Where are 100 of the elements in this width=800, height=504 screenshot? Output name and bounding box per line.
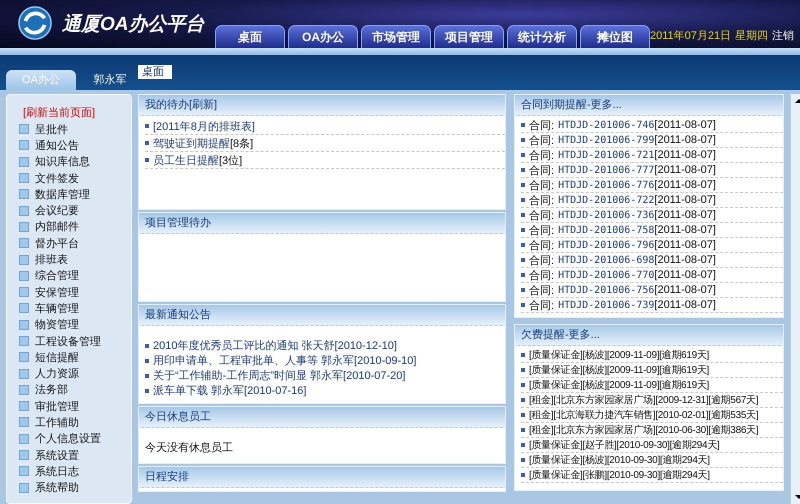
expand-icon[interactable] [19, 320, 29, 330]
contract-link[interactable]: HTDJD-201006-796 [558, 240, 654, 250]
arrears-text[interactable]: [质量保证金][杨波][2009-11-09][逾期619天] [529, 363, 710, 377]
expand-icon[interactable] [19, 434, 29, 444]
nav-tab[interactable]: 市场管理 [361, 25, 431, 48]
bullet-icon [521, 303, 525, 307]
sidebar-item[interactable]: 工程设备管理 [35, 334, 101, 348]
arrears-text[interactable]: [质量保证金][杨波][2009-11-09][逾期619天] [529, 378, 710, 392]
expand-icon[interactable] [19, 287, 29, 298]
date-text: [2011-08-07] [654, 269, 716, 281]
sidebar-item[interactable]: 车辆管理 [35, 300, 79, 316]
sidebar-item[interactable]: 知识库信息 [35, 154, 90, 170]
expand-icon[interactable] [19, 466, 29, 476]
sidebar-item[interactable]: 数据库管理 [35, 186, 90, 202]
contract-link[interactable]: HTDJD-201006-770 [558, 270, 654, 280]
nav-tab[interactable]: OA办公 [288, 25, 358, 48]
contract-label: 合同: [529, 238, 554, 252]
sidebar-item[interactable]: 物资管理 [35, 317, 79, 332]
contract-label: 合同: [529, 208, 554, 222]
expand-icon[interactable] [19, 482, 29, 493]
nav-tab[interactable]: 统计分析 [507, 25, 577, 48]
sidebar-item[interactable]: 个人信息设置 [35, 431, 101, 446]
bullet-icon [521, 213, 525, 217]
contract-link[interactable]: HTDJD-201006-746 [558, 120, 654, 130]
expand-icon[interactable] [19, 173, 29, 184]
arrears-text[interactable]: [质量保证金][杨波][2009-11-09][逾期619天] [529, 348, 710, 362]
contract-link[interactable]: HTDJD-201006-721 [558, 150, 654, 160]
expand-icon[interactable] [19, 124, 29, 134]
expand-icon[interactable] [19, 417, 29, 428]
nav-tab[interactable]: 项目管理 [434, 25, 504, 48]
contract-link[interactable]: HTDJD-201006-776 [558, 180, 654, 190]
sidebar-item[interactable]: 工作辅助 [35, 414, 79, 430]
sidebar-item[interactable]: 文件签发 [35, 170, 79, 186]
todo-link[interactable]: [2011年8月的排班表] [153, 118, 255, 134]
contract-link[interactable]: HTDJD-201006-758 [558, 224, 654, 236]
expand-icon[interactable] [19, 384, 29, 395]
todo-link[interactable]: 驾驶证到期提醒 [153, 136, 230, 150]
arrears-text[interactable]: [质量保证金][张鹏][2010-09-30][逾期294天] [529, 468, 710, 482]
arrears-text[interactable]: [质量保证金][赵子胜][2010-09-30][逾期294天] [529, 438, 720, 452]
expand-icon[interactable] [19, 303, 29, 314]
refresh-link[interactable]: [刷新当前页面] [23, 105, 131, 121]
sub-tab[interactable]: 郭永军 [82, 70, 138, 90]
logout-link[interactable]: 注销 [772, 28, 794, 43]
weekday-text: 星期四 [735, 29, 768, 43]
expand-icon[interactable] [19, 368, 29, 379]
notice-link[interactable]: 2010年度优秀员工评比的通知 张天舒[2010-12-10] [153, 338, 397, 353]
notice-link[interactable]: 用印申请单、工程审批单、人事等 郭永军[2010-09-10] [153, 353, 416, 368]
sidebar-item[interactable]: 系统设置 [35, 448, 79, 463]
arrears-text[interactable]: [租金][北京东方家园家居广场][2010-06-30][逾期386天] [529, 423, 758, 437]
contract-link[interactable]: HTDJD-201006-799 [558, 134, 654, 146]
arrears-text[interactable]: [租金][北京海联力捷汽车销售][2010-02-01][逾期535天] [529, 408, 758, 422]
sidebar-item[interactable]: 排班表 [35, 252, 68, 268]
expand-icon[interactable] [19, 189, 29, 200]
sidebar-item[interactable]: 会议纪要 [35, 203, 79, 218]
contract-link[interactable]: HTDJD-201006-736 [558, 210, 654, 220]
expand-icon[interactable] [19, 450, 29, 460]
notice-link[interactable]: 关于“工作辅助-工作周志”时间显 郭永军[2010-07-20] [153, 368, 406, 383]
nav-tab[interactable]: 桌面 [215, 25, 285, 48]
sidebar-item[interactable]: 人力资源 [35, 366, 79, 382]
sidebar-item[interactable]: 安保管理 [35, 284, 79, 300]
date-text: [2011-08-07] [654, 209, 716, 221]
panel-title: 合同到期提醒-更多... [515, 95, 783, 116]
expand-icon[interactable] [19, 140, 29, 150]
sidebar-item[interactable]: 综合管理 [35, 268, 79, 284]
bullet-icon [145, 158, 149, 162]
count-text: [3位] [219, 154, 242, 168]
todo-link[interactable]: 员工生日提醒 [153, 152, 219, 168]
sidebar-item[interactable]: 法务部 [35, 382, 68, 398]
panel-title: 我的待办[刷新] [139, 95, 505, 116]
sidebar-item[interactable]: 内部邮件 [35, 219, 79, 234]
panel-title: 最新通知公告 [139, 305, 505, 326]
sidebar-item[interactable]: 短信提醒 [35, 350, 79, 365]
expand-icon[interactable] [19, 206, 29, 216]
contract-label: 合同: [529, 164, 554, 178]
expand-icon[interactable] [19, 156, 29, 167]
nav-tab[interactable]: 摊位图 [580, 25, 650, 48]
sidebar-item[interactable]: 审批管理 [35, 398, 79, 414]
notice-link[interactable]: 派车单下载 郭永军[2010-07-16] [153, 383, 306, 398]
contract-link[interactable]: HTDJD-201006-739 [558, 300, 654, 310]
contract-link[interactable]: HTDJD-201006-777 [558, 164, 654, 176]
expand-icon[interactable] [19, 352, 29, 362]
expand-icon[interactable] [19, 222, 29, 232]
expand-icon[interactable] [19, 238, 29, 248]
expand-icon[interactable] [19, 336, 29, 346]
arrears-text[interactable]: [质量保证金][杨波][2010-09-30][逾期294天] [529, 453, 710, 467]
contract-link[interactable]: HTDJD-201006-756 [558, 284, 654, 296]
sidebar-item[interactable]: 通知公告 [35, 138, 79, 153]
sidebar-item[interactable]: 系统帮助 [35, 480, 79, 496]
contract-link[interactable]: HTDJD-201006-698 [558, 254, 654, 266]
expand-icon[interactable] [19, 401, 29, 412]
contract-link[interactable]: HTDJD-201006-722 [558, 194, 654, 206]
sidebar-item[interactable]: 呈批件 [35, 122, 68, 137]
count-text: [8条] [230, 136, 254, 150]
arrears-text[interactable]: [租金][北京东方家园家居广场][2009-12-31][逾期567天] [529, 393, 758, 407]
breadcrumb-tab[interactable]: 桌面 [138, 65, 172, 79]
expand-icon[interactable] [19, 254, 29, 265]
bullet-icon [145, 374, 149, 378]
sidebar-item[interactable]: 系统日志 [35, 464, 79, 479]
sidebar-item[interactable]: 督办平台 [35, 236, 79, 251]
expand-icon[interactable] [19, 270, 29, 281]
